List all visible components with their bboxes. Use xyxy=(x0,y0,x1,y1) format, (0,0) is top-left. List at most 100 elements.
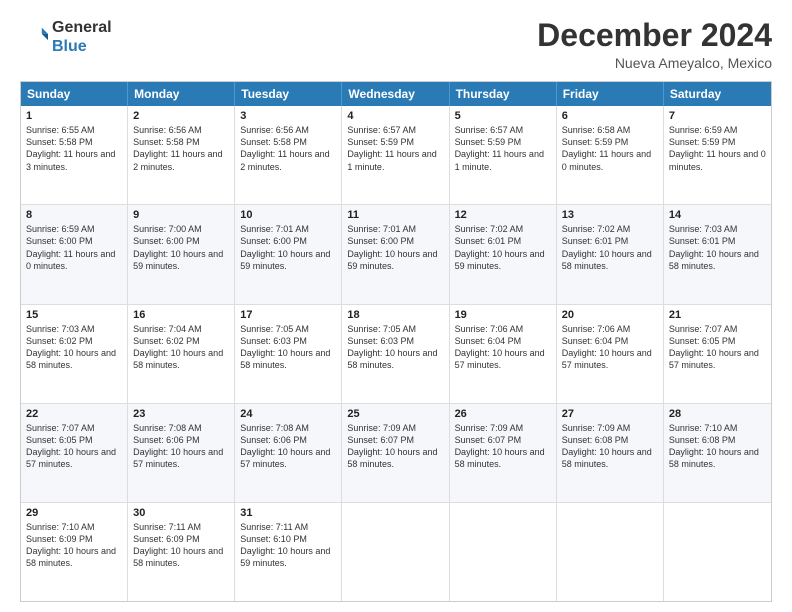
header-day-monday: Monday xyxy=(128,82,235,106)
cell-info: Sunrise: 7:09 AM Sunset: 6:07 PM Dayligh… xyxy=(347,422,443,471)
calendar-header: SundayMondayTuesdayWednesdayThursdayFrid… xyxy=(21,82,771,106)
month-title: December 2024 xyxy=(537,18,772,53)
calendar-row-5: 29 Sunrise: 7:10 AM Sunset: 6:09 PM Dayli… xyxy=(21,503,771,601)
day-number: 1 xyxy=(26,110,122,122)
day-number: 23 xyxy=(133,408,229,420)
title-area: December 2024 Nueva Ameyalco, Mexico xyxy=(537,18,772,71)
header-day-friday: Friday xyxy=(557,82,664,106)
day-cell-13: 13 Sunrise: 7:02 AM Sunset: 6:01 PM Dayli… xyxy=(557,205,664,303)
logo-icon xyxy=(20,23,48,51)
empty-cell xyxy=(664,503,771,601)
cell-info: Sunrise: 7:02 AM Sunset: 6:01 PM Dayligh… xyxy=(562,223,658,272)
day-cell-9: 9Sunrise: 7:00 AM Sunset: 6:00 PM Daylig… xyxy=(128,205,235,303)
cell-info: Sunrise: 7:09 AM Sunset: 6:08 PM Dayligh… xyxy=(562,422,658,471)
empty-cell xyxy=(450,503,557,601)
day-number: 21 xyxy=(669,309,766,321)
page: General Blue December 2024 Nueva Ameyalc… xyxy=(0,0,792,612)
day-cell-12: 12Sunrise: 7:02 AM Sunset: 6:01 PM Dayli… xyxy=(450,205,557,303)
day-cell-14: 14Sunrise: 7:03 AM Sunset: 6:01 PM Dayli… xyxy=(664,205,771,303)
day-cell-25: 25 Sunrise: 7:09 AM Sunset: 6:07 PM Dayli… xyxy=(342,404,449,502)
day-number: 14 xyxy=(669,209,766,221)
day-number: 17 xyxy=(240,309,336,321)
cell-info: Sunrise: 7:10 AM Sunset: 6:09 PM Dayligh… xyxy=(26,521,122,570)
day-cell-6: 6 Sunrise: 6:58 AM Sunset: 5:59 PM Daylig… xyxy=(557,106,664,204)
cell-info: Sunrise: 7:08 AM Sunset: 6:06 PM Dayligh… xyxy=(133,422,229,471)
day-number: 10 xyxy=(240,209,336,221)
cell-info: Sunrise: 6:56 AM Sunset: 5:58 PM Dayligh… xyxy=(133,124,229,173)
day-cell-4: 4Sunrise: 6:57 AM Sunset: 5:59 PM Daylig… xyxy=(342,106,449,204)
day-number: 30 xyxy=(133,507,229,519)
day-cell-24: 24 Sunrise: 7:08 AM Sunset: 6:06 PM Dayli… xyxy=(235,404,342,502)
empty-cell xyxy=(557,503,664,601)
day-number: 24 xyxy=(240,408,336,420)
day-number: 13 xyxy=(562,209,658,221)
cell-info: Sunrise: 7:11 AM Sunset: 6:09 PM Dayligh… xyxy=(133,521,229,570)
cell-info: Sunrise: 6:57 AM Sunset: 5:59 PM Dayligh… xyxy=(455,124,551,173)
header-day-wednesday: Wednesday xyxy=(342,82,449,106)
cell-info: Sunrise: 7:06 AM Sunset: 6:04 PM Dayligh… xyxy=(562,323,658,372)
cell-info: Sunrise: 6:59 AM Sunset: 6:00 PM Dayligh… xyxy=(26,223,122,272)
cell-info: Sunrise: 7:05 AM Sunset: 6:03 PM Dayligh… xyxy=(240,323,336,372)
day-number: 15 xyxy=(26,309,122,321)
day-cell-20: 20 Sunrise: 7:06 AM Sunset: 6:04 PM Dayli… xyxy=(557,305,664,403)
calendar-row-2: 8Sunrise: 6:59 AM Sunset: 6:00 PM Daylig… xyxy=(21,205,771,304)
header-day-saturday: Saturday xyxy=(664,82,771,106)
cell-info: Sunrise: 7:02 AM Sunset: 6:01 PM Dayligh… xyxy=(455,223,551,272)
day-cell-31: 31 Sunrise: 7:11 AM Sunset: 6:10 PM Dayli… xyxy=(235,503,342,601)
day-cell-5: 5 Sunrise: 6:57 AM Sunset: 5:59 PM Daylig… xyxy=(450,106,557,204)
logo: General Blue xyxy=(20,18,112,56)
day-number: 28 xyxy=(669,408,766,420)
day-cell-7: 7 Sunrise: 6:59 AM Sunset: 5:59 PM Daylig… xyxy=(664,106,771,204)
day-number: 7 xyxy=(669,110,766,122)
day-cell-10: 10 Sunrise: 7:01 AM Sunset: 6:00 PM Dayli… xyxy=(235,205,342,303)
day-cell-11: 11Sunrise: 7:01 AM Sunset: 6:00 PM Dayli… xyxy=(342,205,449,303)
logo-blue: Blue xyxy=(52,37,112,56)
day-number: 31 xyxy=(240,507,336,519)
cell-info: Sunrise: 7:03 AM Sunset: 6:02 PM Dayligh… xyxy=(26,323,122,372)
day-cell-28: 28 Sunrise: 7:10 AM Sunset: 6:08 PM Dayli… xyxy=(664,404,771,502)
empty-cell xyxy=(342,503,449,601)
calendar-row-4: 22 Sunrise: 7:07 AM Sunset: 6:05 PM Dayli… xyxy=(21,404,771,503)
cell-info: Sunrise: 6:58 AM Sunset: 5:59 PM Dayligh… xyxy=(562,124,658,173)
day-cell-1: 1 Sunrise: 6:55 AM Sunset: 5:58 PM Daylig… xyxy=(21,106,128,204)
location: Nueva Ameyalco, Mexico xyxy=(537,55,772,71)
day-cell-16: 16Sunrise: 7:04 AM Sunset: 6:02 PM Dayli… xyxy=(128,305,235,403)
day-cell-21: 21 Sunrise: 7:07 AM Sunset: 6:05 PM Dayli… xyxy=(664,305,771,403)
cell-info: Sunrise: 7:06 AM Sunset: 6:04 PM Dayligh… xyxy=(455,323,551,372)
cell-info: Sunrise: 7:05 AM Sunset: 6:03 PM Dayligh… xyxy=(347,323,443,372)
day-number: 6 xyxy=(562,110,658,122)
day-number: 25 xyxy=(347,408,443,420)
cell-info: Sunrise: 7:11 AM Sunset: 6:10 PM Dayligh… xyxy=(240,521,336,570)
cell-info: Sunrise: 6:56 AM Sunset: 5:58 PM Dayligh… xyxy=(240,124,336,173)
day-number: 22 xyxy=(26,408,122,420)
day-number: 4 xyxy=(347,110,443,122)
calendar: SundayMondayTuesdayWednesdayThursdayFrid… xyxy=(20,81,772,602)
day-cell-15: 15 Sunrise: 7:03 AM Sunset: 6:02 PM Dayli… xyxy=(21,305,128,403)
day-cell-2: 2 Sunrise: 6:56 AM Sunset: 5:58 PM Daylig… xyxy=(128,106,235,204)
cell-info: Sunrise: 7:09 AM Sunset: 6:07 PM Dayligh… xyxy=(455,422,551,471)
header-day-sunday: Sunday xyxy=(21,82,128,106)
day-number: 9 xyxy=(133,209,229,221)
calendar-row-3: 15 Sunrise: 7:03 AM Sunset: 6:02 PM Dayli… xyxy=(21,305,771,404)
cell-info: Sunrise: 6:55 AM Sunset: 5:58 PM Dayligh… xyxy=(26,124,122,173)
day-number: 2 xyxy=(133,110,229,122)
cell-info: Sunrise: 7:10 AM Sunset: 6:08 PM Dayligh… xyxy=(669,422,766,471)
cell-info: Sunrise: 7:07 AM Sunset: 6:05 PM Dayligh… xyxy=(26,422,122,471)
day-number: 27 xyxy=(562,408,658,420)
header-day-thursday: Thursday xyxy=(450,82,557,106)
day-number: 29 xyxy=(26,507,122,519)
day-cell-19: 19Sunrise: 7:06 AM Sunset: 6:04 PM Dayli… xyxy=(450,305,557,403)
day-cell-22: 22 Sunrise: 7:07 AM Sunset: 6:05 PM Dayli… xyxy=(21,404,128,502)
cell-info: Sunrise: 7:01 AM Sunset: 6:00 PM Dayligh… xyxy=(240,223,336,272)
cell-info: Sunrise: 7:04 AM Sunset: 6:02 PM Dayligh… xyxy=(133,323,229,372)
day-cell-27: 27 Sunrise: 7:09 AM Sunset: 6:08 PM Dayli… xyxy=(557,404,664,502)
day-number: 26 xyxy=(455,408,551,420)
day-number: 5 xyxy=(455,110,551,122)
cell-info: Sunrise: 7:07 AM Sunset: 6:05 PM Dayligh… xyxy=(669,323,766,372)
day-number: 20 xyxy=(562,309,658,321)
cell-info: Sunrise: 6:59 AM Sunset: 5:59 PM Dayligh… xyxy=(669,124,766,173)
calendar-body: 1 Sunrise: 6:55 AM Sunset: 5:58 PM Daylig… xyxy=(21,106,771,601)
cell-info: Sunrise: 7:08 AM Sunset: 6:06 PM Dayligh… xyxy=(240,422,336,471)
header-day-tuesday: Tuesday xyxy=(235,82,342,106)
header: General Blue December 2024 Nueva Ameyalc… xyxy=(20,18,772,71)
